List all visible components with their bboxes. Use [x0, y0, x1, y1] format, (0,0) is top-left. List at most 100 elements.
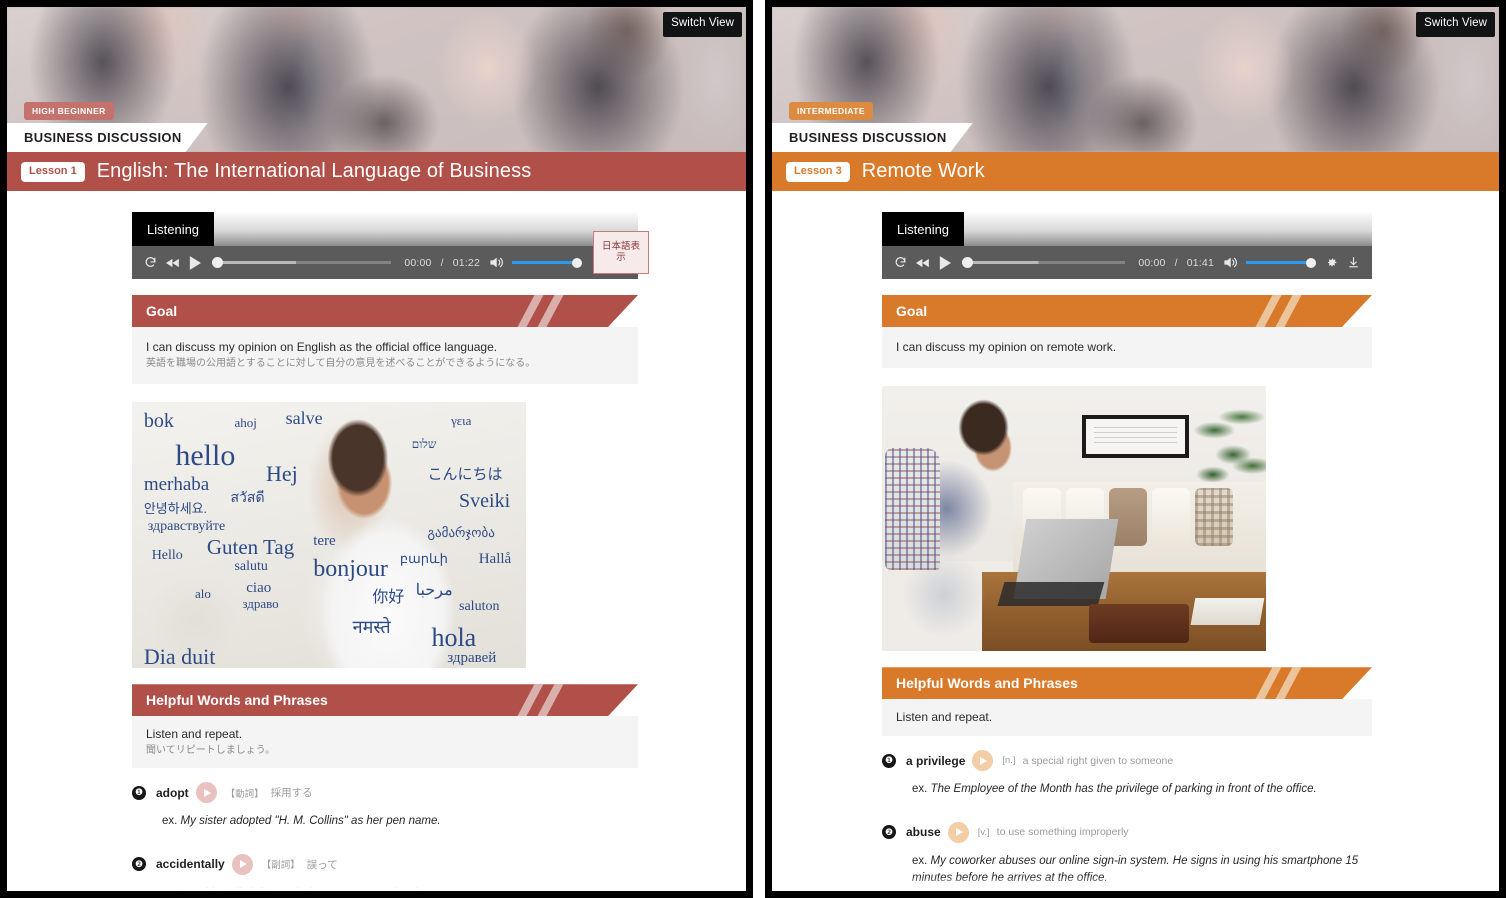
word-play-icon[interactable] [195, 782, 217, 804]
play-triangle-icon [980, 756, 988, 765]
audio-player: Listening [882, 212, 1372, 279]
note-text-jp: 聞いてリピートしましょう。 [146, 745, 276, 757]
vocabulary-term: adopt [156, 785, 189, 800]
rewind-icon[interactable] [166, 257, 180, 269]
hero-banner-left: Switch View HIGH BEGINNER BUSINESS DISCU… [7, 7, 746, 152]
example-label: ex. [162, 815, 181, 828]
word-cloud-term: tere [313, 532, 336, 549]
word-definition: a special right given to someone [1022, 754, 1174, 767]
seek-slider[interactable] [212, 256, 392, 270]
rewind-icon[interactable] [916, 257, 930, 269]
vocabulary-item-head: ❶ adopt 【動詞】 採用する [132, 782, 638, 804]
example-sentence: ex. My sister adopted "H. M. Collins" as… [162, 813, 638, 830]
lesson-number-chip: Lesson 1 [21, 161, 85, 182]
seek-track [212, 261, 392, 264]
duration: 01:22 [452, 256, 480, 269]
word-cloud-term: שלום [411, 436, 437, 451]
word-play-icon[interactable] [231, 853, 253, 875]
word-cloud-term: salve [285, 407, 323, 428]
volume-icon[interactable] [489, 256, 503, 269]
play-triangle-icon [955, 828, 963, 837]
switch-view-button[interactable]: Switch View [1416, 12, 1495, 37]
word-definition: 誤って [306, 858, 338, 871]
replay-icon[interactable] [144, 256, 157, 269]
seek-handle[interactable] [962, 257, 973, 268]
lesson-body-right: Listening 00:00 / 01:41 Goal I can discu… [772, 191, 1499, 891]
volume-icon[interactable] [1223, 256, 1237, 269]
goal-body: I can discuss my opinion on English as t… [132, 327, 638, 385]
listen-and-repeat-note: Listen and repeat. [882, 699, 1372, 737]
lesson-panel-right: Switch View INTERMEDIATE BUSINESS DISCUS… [765, 0, 1506, 898]
content-column: Listening [132, 212, 649, 891]
play-icon[interactable] [939, 255, 951, 270]
duration: 01:41 [1186, 256, 1214, 269]
word-cloud-term: Sveiki [459, 489, 511, 512]
vocabulary-item-head: ❷ accidentally 【副詞】 誤って [132, 853, 638, 875]
download-icon[interactable] [1347, 256, 1360, 269]
seek-slider[interactable] [962, 256, 1126, 270]
word-cloud-term: Hallå [478, 551, 512, 568]
vocabulary-list: ❶ adopt 【動詞】 採用する ex. My sister adopted "H. … [132, 782, 638, 891]
frame-artwork [1093, 426, 1178, 447]
word-cloud-term: բարևի [399, 551, 448, 567]
player-controls: 00:00 / 01:41 [882, 246, 1372, 279]
switch-view-button[interactable]: Switch View [663, 12, 742, 37]
example-sentence: ex. The Employee of the Month has the pr… [912, 781, 1372, 798]
play-icon[interactable] [189, 255, 201, 270]
goal-text-jp: 英語を職場の公用語とすることに対して自分の意見を述べることができるようになる。 [146, 358, 536, 370]
tab-listening[interactable]: Listening [132, 212, 215, 246]
player-tab-row: Listening [132, 212, 638, 246]
lesson-title: Remote Work [861, 160, 985, 182]
part-of-speech: 【副詞】 [261, 860, 300, 872]
word-cloud-term: Guten Tag [206, 535, 295, 560]
word-cloud-term: hello [175, 439, 236, 473]
volume-handle[interactable] [572, 257, 582, 268]
leather-bag [1089, 603, 1190, 644]
volume-slider[interactable] [1246, 256, 1316, 270]
player-controls: 00:00 / 01:22 [132, 246, 638, 279]
word-cloud-term: 你好 [372, 589, 405, 607]
seek-handle[interactable] [212, 257, 223, 268]
play-triangle-icon [239, 860, 247, 869]
note-text-en: Listen and repeat. [896, 710, 993, 725]
vocabulary-item-head: ❶ a privilege [n.] a special right given to… [882, 750, 1372, 772]
word-cloud-term: merhaba [143, 474, 210, 495]
vocabulary-term: accidentally [156, 857, 225, 872]
word-definition: 採用する [270, 787, 313, 800]
goal-text-en: I can discuss my opinion on English as t… [146, 340, 498, 354]
example-text: My coworker abuses our online sign-in sy… [912, 854, 1359, 884]
example-text: The Employee of the Month has the privil… [930, 783, 1317, 796]
person-on-phone [882, 396, 1036, 652]
settings-gear-icon[interactable] [1325, 256, 1338, 269]
notebook [1190, 598, 1265, 625]
vocabulary-item: ❶ adopt 【動詞】 採用する ex. My sister adopted "H. … [132, 782, 638, 830]
current-time: 00:00 [1138, 256, 1166, 269]
word-cloud-term: こんにちは [427, 467, 503, 484]
item-number: ❷ [132, 857, 146, 872]
word-cloud-term: saluton [459, 599, 500, 615]
word-play-icon[interactable] [972, 750, 994, 772]
volume-slider[interactable] [512, 256, 582, 270]
lesson-image-word-cloud: bok ahoj salve γειa שלום hello Hej こんにちは merhaba… [132, 402, 526, 669]
replay-icon[interactable] [894, 256, 907, 269]
dual-lesson-comparison: Switch View HIGH BEGINNER BUSINESS DISCU… [0, 0, 1506, 898]
time-separator: / [1174, 256, 1178, 269]
panel-content-right: Switch View INTERMEDIATE BUSINESS DISCUS… [772, 7, 1499, 891]
word-cloud-term: salutu [234, 559, 268, 575]
vocabulary-item: ❷ accidentally 【副詞】誤って ex. I accidentally l… [132, 853, 638, 891]
example-sentence: ex. My coworker abuses our online sign-i… [912, 853, 1372, 886]
vocabulary-item: ❶ a privilege [n.] a special right given to… [882, 750, 1372, 798]
example-text: My sister adopted "H. M. Collins" as her… [180, 815, 441, 828]
word-cloud-term: bok [143, 410, 174, 433]
word-cloud-term: Hello [151, 548, 183, 564]
word-cloud-term: مرحبا [415, 582, 453, 600]
tab-listening[interactable]: Listening [882, 212, 965, 246]
japanese-display-toggle[interactable]: 日本語表示 [593, 231, 649, 274]
word-cloud-term: γειa [451, 412, 472, 428]
lesson-body-left: Listening 00:00 / 01:22 日本語表示 Goal I can… [7, 191, 746, 891]
word-cloud-term: 안녕하세요. [143, 500, 207, 516]
goal-section-header: Goal [882, 295, 1372, 327]
word-play-icon[interactable] [947, 821, 969, 843]
volume-handle[interactable] [1306, 257, 1316, 268]
lesson-number-chip: Lesson 3 [786, 161, 850, 182]
